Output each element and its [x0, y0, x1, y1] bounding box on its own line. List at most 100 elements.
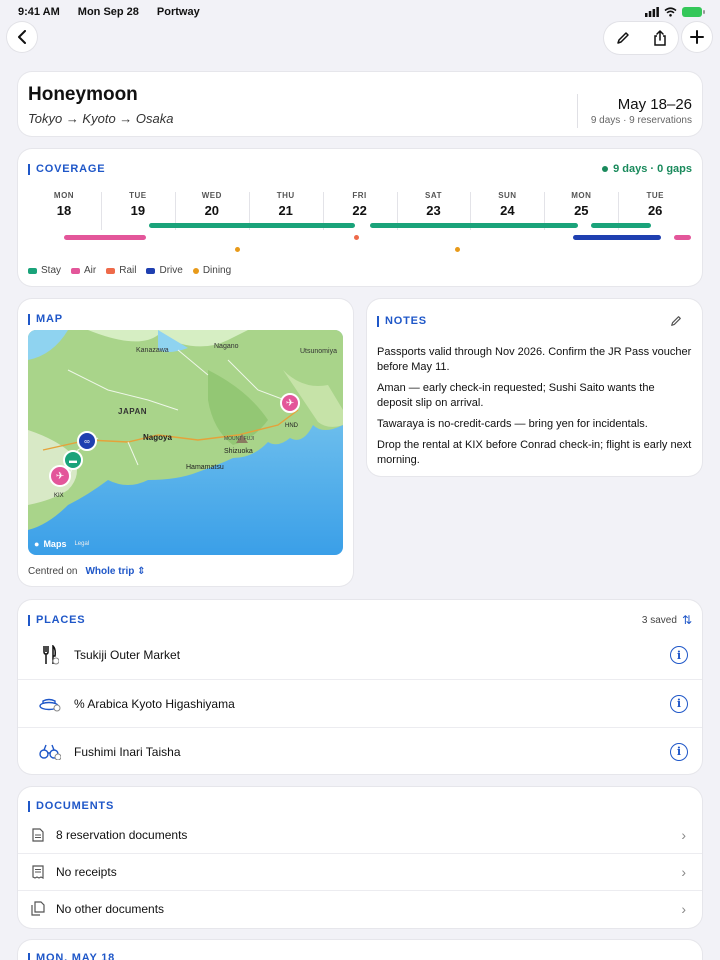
- bed-icon: ▬: [69, 455, 77, 465]
- edit-button[interactable]: [616, 31, 630, 45]
- legend-rail: Rail: [106, 265, 136, 276]
- day-column[interactable]: WED 20: [182, 191, 242, 218]
- day-of-week: THU: [276, 191, 295, 200]
- map-label-kanazawa: Kanazawa: [136, 347, 169, 354]
- day-section-title: MON, MAY 18: [28, 952, 115, 960]
- plus-icon: [690, 30, 704, 44]
- documents-title: DOCUMENTS: [28, 800, 114, 812]
- place-pin-binoculars[interactable]: ∞: [77, 431, 97, 451]
- receipt-icon: [30, 864, 46, 879]
- day-number: 25: [574, 203, 589, 218]
- day-column[interactable]: MON 25: [551, 191, 611, 218]
- airport-pin-hnd[interactable]: ✈: [280, 393, 300, 413]
- map-label-hamamatsu: Hamamatsu: [186, 464, 224, 471]
- status-dot-icon: [602, 166, 609, 172]
- dining-marker[interactable]: [235, 247, 240, 252]
- battery-icon: [682, 7, 705, 17]
- air-bar[interactable]: [64, 235, 146, 240]
- binoculars-icon: ∞: [84, 436, 90, 446]
- map-label-shizuoka: Shizuoka: [224, 448, 253, 455]
- info-button[interactable]: i: [670, 646, 688, 664]
- status-bar: 9:41 AM Mon Sep 28 Portway: [18, 4, 705, 20]
- stay-swatch: [28, 267, 37, 274]
- chevron-right-icon: ›: [681, 827, 686, 843]
- action-group: [604, 22, 678, 54]
- info-icon: i: [676, 745, 682, 758]
- documents-stack-icon: [30, 901, 46, 916]
- place-name: Tsukiji Outer Market: [74, 648, 181, 662]
- dining-marker[interactable]: [455, 247, 460, 252]
- day-number: 18: [56, 203, 72, 218]
- place-row[interactable]: % Arabica Kyoto Higashiyama i: [18, 679, 702, 727]
- status-app: Portway: [156, 6, 200, 18]
- document-row[interactable]: No receipts ›: [18, 853, 702, 889]
- share-icon: [653, 30, 666, 46]
- place-row[interactable]: Tsukiji Outer Market i: [18, 631, 702, 679]
- day-number: 23: [426, 203, 441, 218]
- stay-bar[interactable]: [370, 223, 578, 228]
- air-swatch: [71, 267, 81, 274]
- day-column[interactable]: FRI 22: [330, 191, 390, 218]
- legal-link[interactable]: Legal: [74, 541, 89, 547]
- day-of-week: SAT: [425, 191, 442, 200]
- edit-notes-button[interactable]: [670, 314, 682, 332]
- sort-button[interactable]: ⇅: [682, 613, 692, 627]
- coverage-title: COVERAGE: [28, 163, 105, 175]
- centred-selector[interactable]: Whole trip ⇕: [85, 566, 145, 577]
- drive-bar[interactable]: [573, 235, 661, 240]
- info-icon: i: [676, 648, 682, 662]
- document-row[interactable]: 8 reservation documents ›: [18, 817, 702, 853]
- sort-arrows-icon: ⇅: [681, 613, 692, 627]
- day-column[interactable]: MON 18: [34, 191, 94, 218]
- share-button[interactable]: [653, 30, 667, 46]
- pencil-icon: [671, 316, 681, 326]
- pencil-icon: [616, 32, 629, 44]
- stay-bar[interactable]: [149, 223, 355, 228]
- status-time: 9:41 AM: [18, 6, 60, 18]
- add-button[interactable]: [682, 22, 712, 52]
- day-of-week: SUN: [498, 191, 517, 200]
- map-centred-row: Centred on Whole trip ⇕: [28, 566, 146, 577]
- coverage-legend: Stay Air Rail Drive Dining: [28, 265, 231, 276]
- day-of-week: MON: [53, 191, 75, 200]
- chevron-left-icon: [18, 30, 26, 44]
- day-column[interactable]: SUN 24: [477, 191, 537, 218]
- map-label-hnd: HND: [285, 423, 298, 429]
- day-number: 26: [647, 203, 663, 218]
- back-button[interactable]: [7, 22, 37, 52]
- place-name: % Arabica Kyoto Higashiyama: [74, 696, 235, 711]
- legend-dining: Dining: [192, 265, 231, 276]
- place-row[interactable]: Fushimi Inari Taisha i: [18, 727, 702, 775]
- document-icon: [30, 828, 46, 842]
- chevron-right-icon: ›: [681, 900, 686, 917]
- dining-swatch: [192, 267, 199, 274]
- trip-route: Tokyo → Kyoto → Osaka: [28, 111, 174, 126]
- map-label-mount-fuji: MOUNT FUJI: [224, 436, 255, 442]
- day-number: 20: [204, 203, 220, 218]
- note-item: Drop the rental at KIX before Conrad che…: [377, 439, 692, 466]
- day-column[interactable]: TUE 19: [108, 191, 168, 218]
- trip-summary: 9 days · 9 reservations: [590, 115, 692, 126]
- coverage-status-text: 9 days · 0 gaps: [613, 163, 692, 175]
- air-bar[interactable]: [674, 235, 691, 240]
- stay-bar[interactable]: [591, 223, 651, 228]
- map-view[interactable]: Kanazawa Nagano Utsunomiya JAPAN Nagoya …: [28, 330, 343, 555]
- document-row[interactable]: No other documents ›: [18, 890, 702, 926]
- day-column[interactable]: TUE 26: [625, 191, 685, 218]
- airport-pin-kix[interactable]: ✈: [49, 465, 71, 487]
- day-of-week: FRI: [352, 191, 367, 200]
- day-column[interactable]: SAT 23: [404, 191, 464, 218]
- airplane-icon: ✈: [55, 470, 65, 482]
- map-label-nagano: Nagano: [214, 343, 239, 350]
- info-button[interactable]: i: [670, 694, 688, 713]
- day-column[interactable]: THU 21: [256, 191, 316, 218]
- rail-marker[interactable]: [354, 235, 359, 240]
- day-number: 19: [130, 203, 146, 218]
- info-button[interactable]: i: [670, 742, 688, 761]
- info-icon: i: [676, 697, 682, 710]
- notes-body: Passports valid through Nov 2026. Confir…: [377, 345, 693, 474]
- places-count: 3 saved ⇅: [641, 613, 692, 627]
- legend-air: Air: [71, 265, 96, 276]
- day-card: [18, 940, 702, 960]
- notes-title: NOTES: [377, 315, 427, 327]
